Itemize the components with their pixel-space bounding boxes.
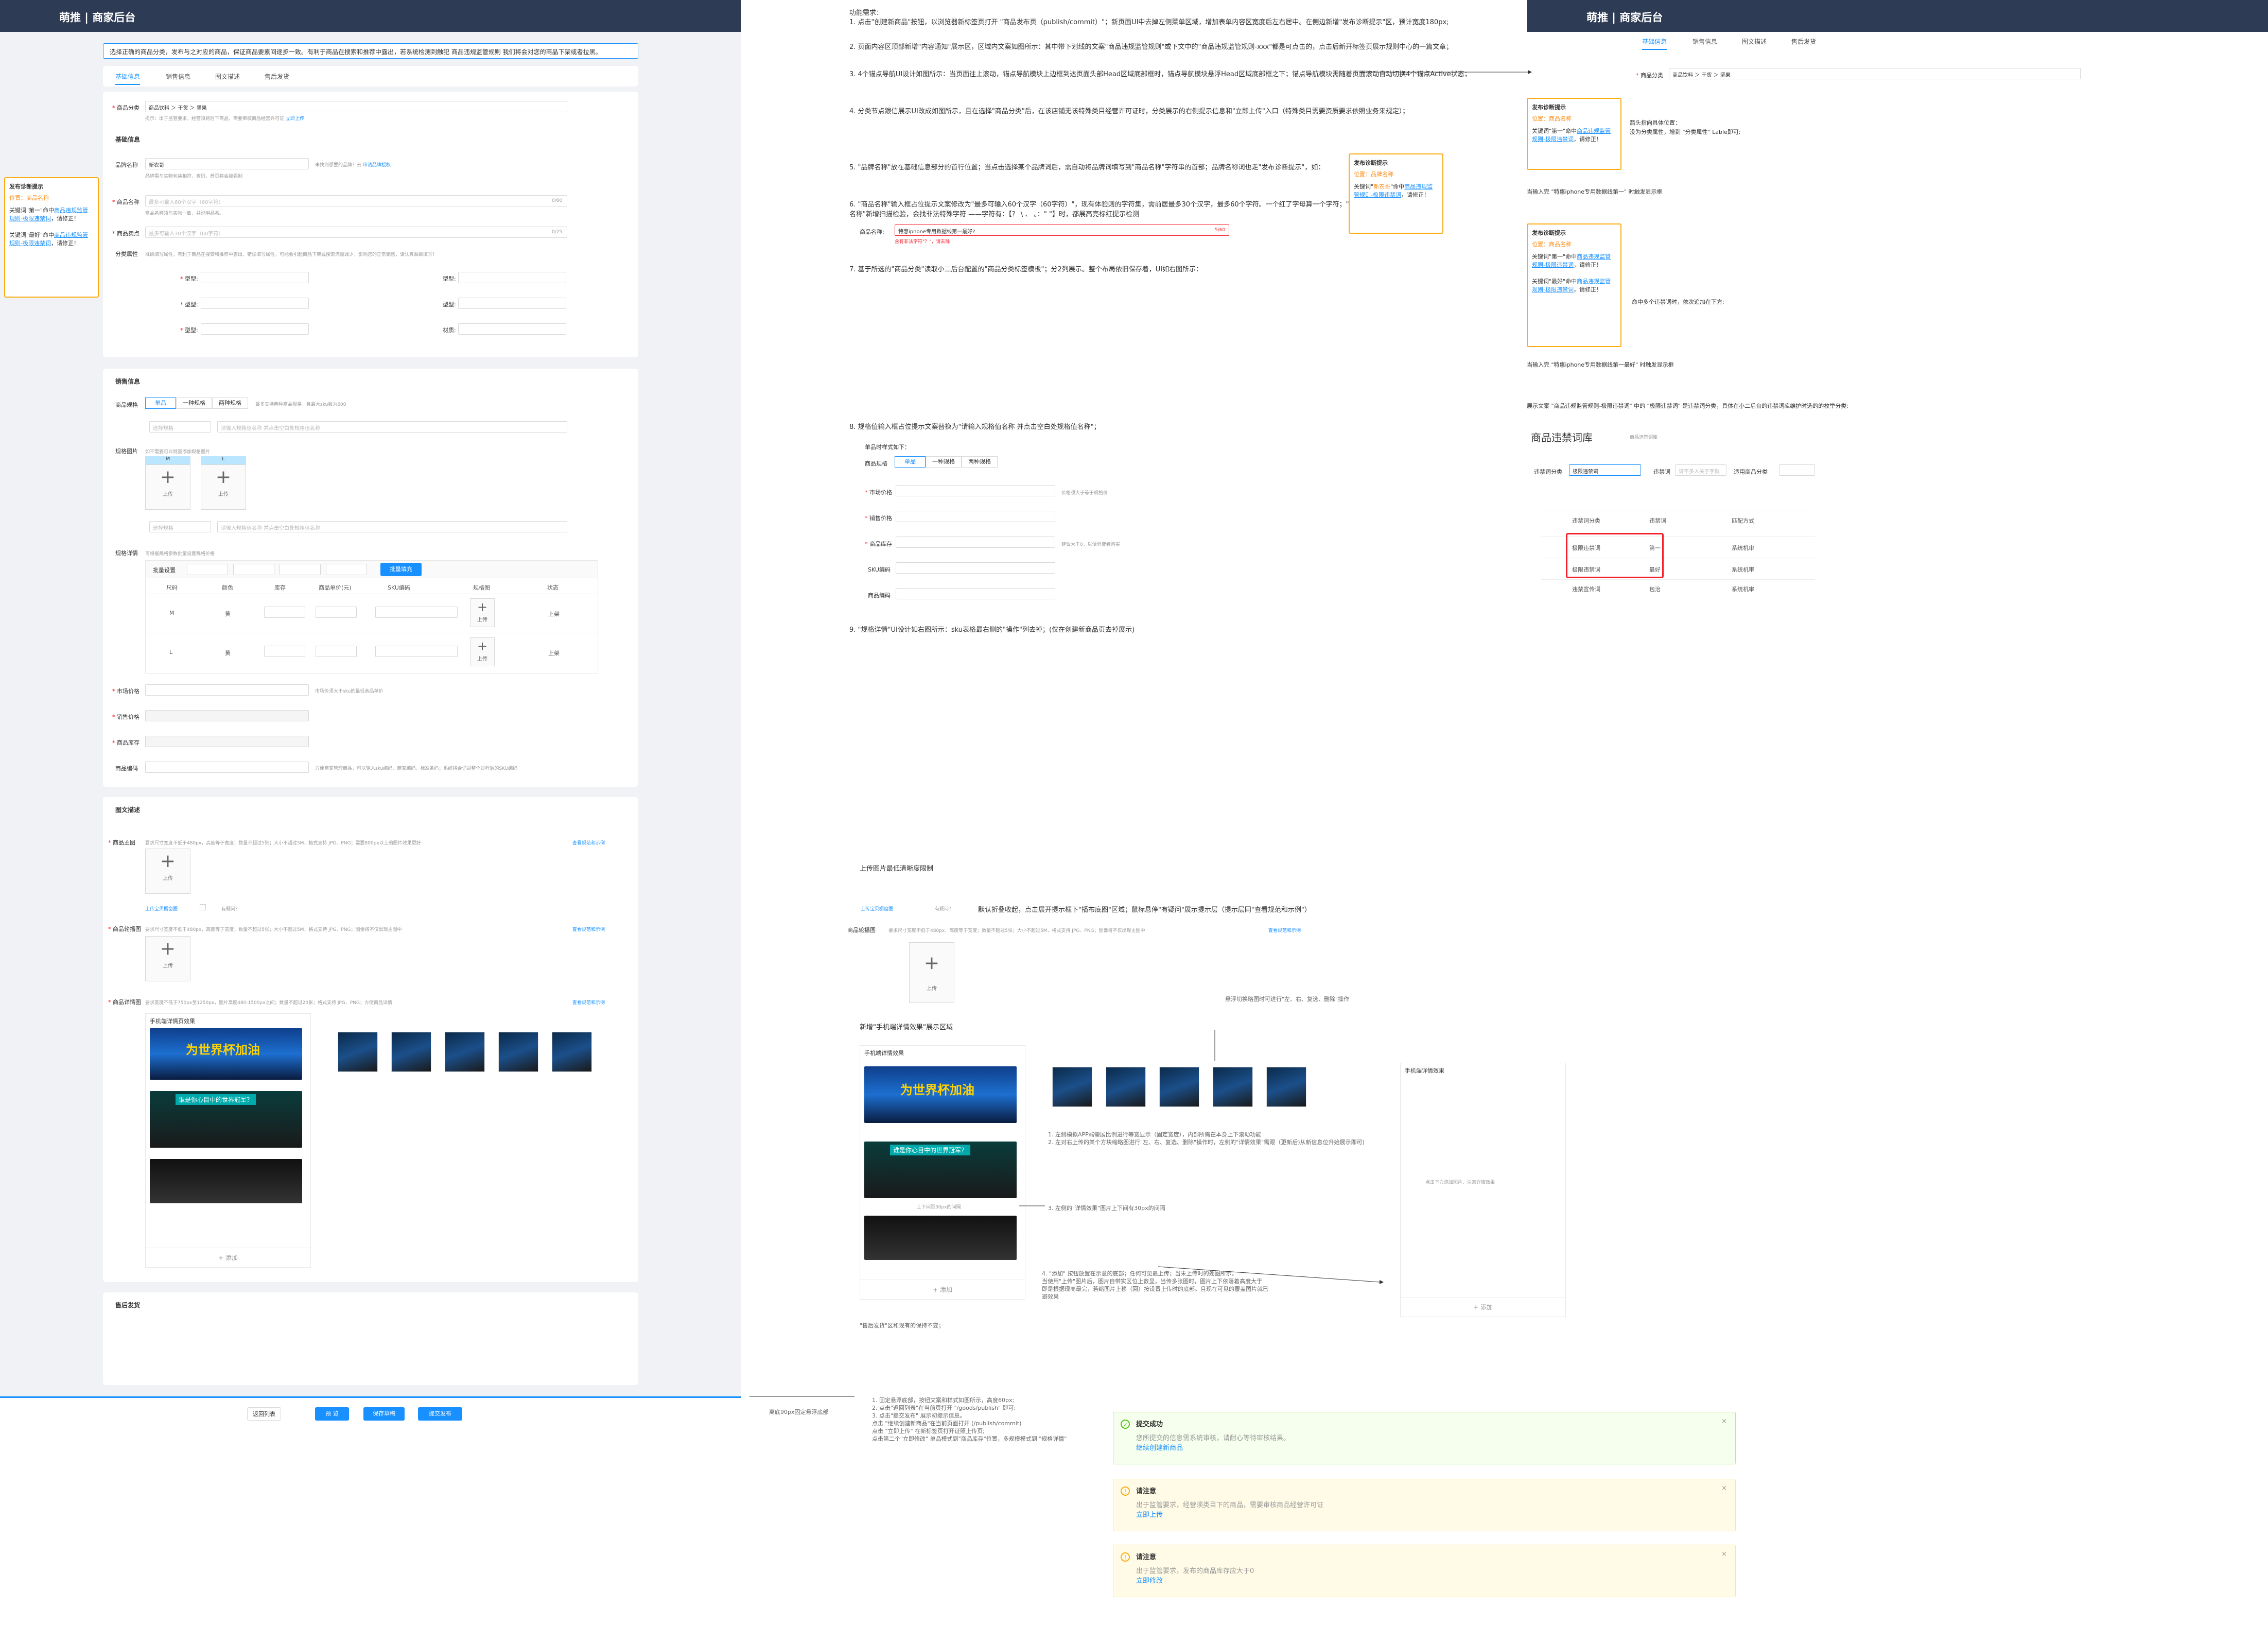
warning-icon: ! xyxy=(1121,1552,1130,1562)
success-alert: ✓ 提交成功 您所提交的信息需系统审核，请耐心等待审核结果。 继续创建新商品 × xyxy=(1113,1412,1736,1464)
right-hint-2: 没为分类属性，增到 "分类属性" Lable即可; xyxy=(1630,129,1741,135)
close-icon[interactable]: × xyxy=(1721,1417,1727,1425)
right-hint-3: 当输入完 "特惠iphone专用数据线第一" 时触发显示框 xyxy=(1527,188,1663,195)
right-category-select[interactable]: 商品饮料 ＞ 干货 ＞ 坚果 xyxy=(1669,68,2081,79)
right-hint-1: 箭头指向具体位置： xyxy=(1630,119,1681,126)
close-icon[interactable]: × xyxy=(1721,1550,1727,1558)
warning-icon: ! xyxy=(1121,1486,1130,1496)
annotation-arrows xyxy=(749,70,1599,1397)
right-header: 萌推 | 商家后台 xyxy=(1527,0,2268,32)
right-diagnosis-a: 发布诊断提示 位置：商品名称 关键词"第一"命中商品违规监管规则-极限违禁词，请… xyxy=(1527,98,1621,170)
continue-create-link[interactable]: 继续创建新商品 xyxy=(1136,1442,1727,1452)
right-diagnosis-b: 发布诊断提示 位置：商品名称 关键词"第一"命中商品违规监管规则-极限违禁词，请… xyxy=(1527,223,1621,347)
warn-alert-2: ! 请注意 出于监管要求，发布的商品库存应大于0 立即修改 × xyxy=(1113,1545,1736,1597)
success-icon: ✓ xyxy=(1121,1420,1130,1429)
modify-now-link[interactable]: 立即修改 xyxy=(1136,1575,1727,1585)
lib-crumb: 商品违禁词库 xyxy=(1630,435,1658,440)
warn-alert-1: ! 请注意 出于监管要求，经营须类目下的商品，需要审核商品经营许可证 立即上传 … xyxy=(1113,1479,1736,1531)
right-hint-5: 当输入完 "特惠iphone专用数据线第一最好" 时触发显示框 xyxy=(1527,361,1674,368)
lib-filter-select[interactable]: 极限违禁词 xyxy=(1569,464,1641,476)
word-library: 商品违禁词库 商品违禁词库 违禁词分类 极限违禁词 违禁词 请不多入关于字数 适… xyxy=(1527,418,1815,603)
lib-word-input[interactable]: 请不多入关于字数 xyxy=(1675,464,1726,476)
close-icon[interactable]: × xyxy=(1721,1484,1727,1492)
right-hint-6: 展示文案 "商品违规监管规则-极限违禁词" 中的 "极限违禁词" 是违禁词分类，… xyxy=(1527,403,1848,409)
right-hint-4: 命中多个违禁词时，依次追加在下方; xyxy=(1632,299,1724,305)
table-row: 违禁宣传词 包治 系统机审 xyxy=(1541,579,1815,598)
lib-cat-input[interactable] xyxy=(1779,464,1815,476)
highlight-box xyxy=(1566,533,1664,578)
upload-now-link[interactable]: 立即上传 xyxy=(1136,1509,1727,1519)
lib-title: 商品违禁词库 xyxy=(1531,431,1593,444)
lib-table: 违禁词分类 违禁词 匹配方式 极限违禁词 第一 系统机审 极限违禁词 最好 系统… xyxy=(1541,511,1815,597)
right-tabs: 基础信息 销售信息 图文描述 售后发货 xyxy=(1630,32,2165,50)
